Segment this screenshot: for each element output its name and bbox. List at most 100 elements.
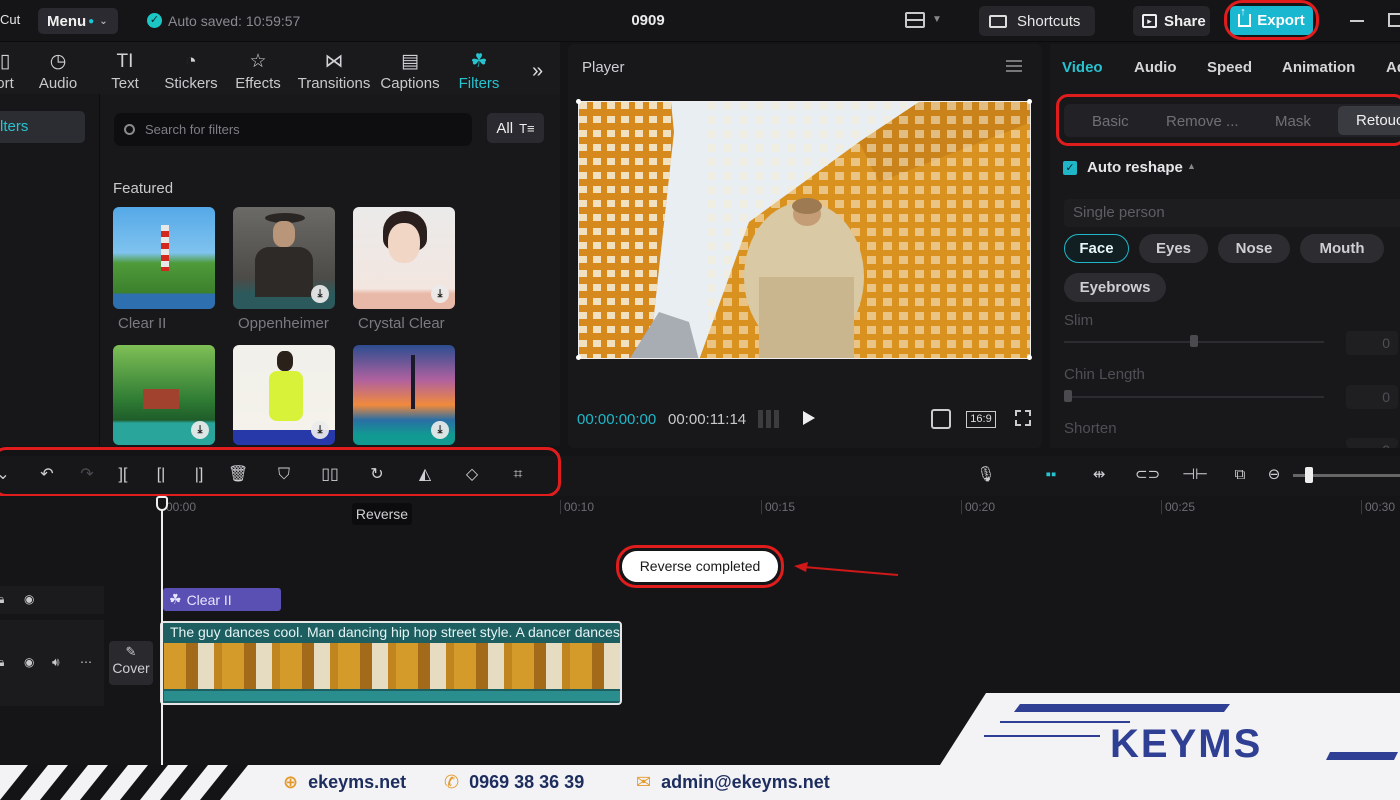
playhead-handle[interactable] <box>156 496 168 511</box>
minimize-icon[interactable] <box>1350 20 1364 22</box>
download-icon[interactable]: ⤓ <box>431 285 449 303</box>
shortcuts-button[interactable]: Shortcuts <box>979 6 1095 36</box>
globe-icon: ⊕ <box>283 772 299 792</box>
filter-clip[interactable]: ☘ Clear II <box>163 588 281 611</box>
collapse-caret-icon[interactable]: ▲ <box>1187 161 1196 171</box>
crop-handle[interactable] <box>576 99 581 104</box>
tab-effects[interactable]: ☆ Effects <box>234 44 282 92</box>
footer-email[interactable]: ✉ admin@ekeyms.net <box>636 772 830 793</box>
tab-audio[interactable]: ◷ Audio <box>34 44 82 92</box>
filter-thumb-lake-house[interactable]: ⤓ <box>113 345 215 445</box>
slider-track-chin-length[interactable] <box>1064 396 1324 398</box>
tab-audio-inspector[interactable]: Audio <box>1134 59 1177 76</box>
download-icon[interactable]: ⤓ <box>311 285 329 303</box>
tab-stickers[interactable]: ◔ Stickers <box>163 44 219 92</box>
tab-video[interactable]: Video <box>1062 59 1103 76</box>
maximize-icon[interactable] <box>1388 13 1400 27</box>
download-icon[interactable]: ⤓ <box>311 421 329 439</box>
tab-label: Text <box>111 75 139 92</box>
crop-handle[interactable] <box>1027 355 1032 360</box>
toast-highlight-ring <box>616 545 784 588</box>
fullscreen-icon[interactable] <box>1015 410 1031 426</box>
tab-text[interactable]: TI Text <box>106 44 144 92</box>
ruler-tick <box>761 500 762 514</box>
person-select[interactable]: Single person <box>1064 199 1400 227</box>
tab-speed[interactable]: Speed <box>1207 59 1252 76</box>
tab-captions[interactable]: ▤ Captions <box>379 44 441 92</box>
layout-icon[interactable] <box>905 12 925 28</box>
feature-nose[interactable]: Nose <box>1218 234 1290 263</box>
auto-snap-icon[interactable]: ⇹ <box>1088 466 1110 484</box>
filter-thumb-oppenheimer[interactable]: ⤓ <box>233 207 335 309</box>
download-icon[interactable]: ⤓ <box>191 421 209 439</box>
share-button[interactable]: ▸ Share <box>1133 6 1210 36</box>
download-icon[interactable]: ⤓ <box>431 421 449 439</box>
slider-value-slim[interactable]: 0 <box>1346 331 1398 355</box>
filter-thumb-crystal-clear[interactable]: ⤓ <box>353 207 455 309</box>
tab-transitions[interactable]: ⋈ Transitions <box>296 44 372 92</box>
crop-handle[interactable] <box>576 355 581 360</box>
share-label: Share <box>1164 12 1206 30</box>
slider-value-chin-length[interactable]: 0 <box>1346 385 1398 409</box>
crop-handle[interactable] <box>1027 99 1032 104</box>
feature-mouth[interactable]: Mouth <box>1300 234 1384 263</box>
filter-all-button[interactable]: All T≡ <box>487 113 544 143</box>
more-icon[interactable]: ⋯ <box>80 655 92 669</box>
zoom-slider-knob[interactable] <box>1305 467 1313 483</box>
timeline-grid-icon[interactable] <box>758 410 782 428</box>
filter-thumb-sunset-pier[interactable]: ⤓ <box>353 345 455 445</box>
project-title[interactable]: 0909 <box>600 12 696 29</box>
slider-knob-slim[interactable] <box>1190 335 1198 347</box>
video-clip[interactable]: The guy dances cool. Man dancing hip hop… <box>160 621 622 705</box>
section-title: Featured <box>113 180 174 197</box>
aspect-ratio-button[interactable]: 16:9 <box>966 411 996 428</box>
volume-icon[interactable]: 🔊︎ <box>52 655 60 670</box>
microphone-icon[interactable]: 🎙 <box>975 466 997 484</box>
video-preview[interactable] <box>578 101 1031 359</box>
more-tabs-icon[interactable]: » <box>532 60 543 83</box>
footer-phone[interactable]: ✆ 0969 38 36 39 <box>444 772 584 793</box>
tab-adjust[interactable]: Ad <box>1386 59 1400 76</box>
ruler-label: 00:25 <box>1165 500 1196 514</box>
menu-button[interactable]: Menu ● ⌄ <box>38 8 118 34</box>
main-track-magnet-icon[interactable]: ▪▪ <box>1040 466 1062 484</box>
zoom-fit-icon[interactable] <box>931 409 951 429</box>
cover-label: Cover <box>112 660 150 676</box>
lock-icon[interactable]: 🔒︎ <box>0 655 4 670</box>
search-input[interactable]: Search for filters <box>114 113 472 146</box>
preview-axis-icon[interactable]: ⊣⊢ <box>1182 466 1208 484</box>
playhead[interactable] <box>161 498 163 775</box>
tab-animation[interactable]: Animation <box>1282 59 1355 76</box>
feature-eyebrows[interactable]: Eyebrows <box>1064 273 1166 302</box>
layout-chevron-icon[interactable]: ▼ <box>932 14 942 25</box>
sidebar-item-filters[interactable]: lters <box>0 111 85 143</box>
filter-thumb-clear-ii[interactable] <box>113 207 215 309</box>
auto-reshape-checkbox[interactable]: ✓ <box>1063 161 1077 175</box>
auto-reshape-label: Auto reshape <box>1087 159 1183 176</box>
link-icon[interactable]: ⊂⊃ <box>1135 466 1160 484</box>
ruler-tick <box>560 500 561 514</box>
eye-icon[interactable]: ◉ <box>24 655 34 669</box>
zoom-out-icon[interactable]: ⊖ <box>1263 466 1285 484</box>
cover-button[interactable]: ✎ Cover <box>109 641 153 685</box>
play-icon[interactable] <box>803 411 815 425</box>
tab-filters[interactable]: ☘ Filters <box>456 44 502 92</box>
jacket-image <box>269 371 303 421</box>
palm-image <box>411 355 415 409</box>
hamburger-menu-icon[interactable] <box>1006 60 1022 72</box>
lock-icon[interactable]: 🔒︎ <box>0 592 4 607</box>
ruler-label: 00:10 <box>564 500 595 514</box>
feature-eyes[interactable]: Eyes <box>1139 234 1208 263</box>
eye-icon[interactable]: ◉ <box>24 592 34 606</box>
import-icon: ▯ <box>0 51 11 72</box>
audio-icon: ◷ <box>49 51 67 72</box>
slider-value-shorten[interactable]: 0 <box>1346 438 1398 448</box>
thumbnail-icon[interactable]: ⧉ <box>1229 466 1251 484</box>
footer-website[interactable]: ⊕ ekeyms.net <box>283 772 406 793</box>
app-name: Cut <box>0 12 21 27</box>
filter-thumb-neon-jacket[interactable]: ⤓ <box>233 345 335 445</box>
feature-face[interactable]: Face <box>1064 234 1129 263</box>
slider-knob-chin-length[interactable] <box>1064 390 1072 402</box>
phone-icon: ✆ <box>444 772 460 792</box>
tab-import[interactable]: ▯ ort <box>0 44 16 92</box>
